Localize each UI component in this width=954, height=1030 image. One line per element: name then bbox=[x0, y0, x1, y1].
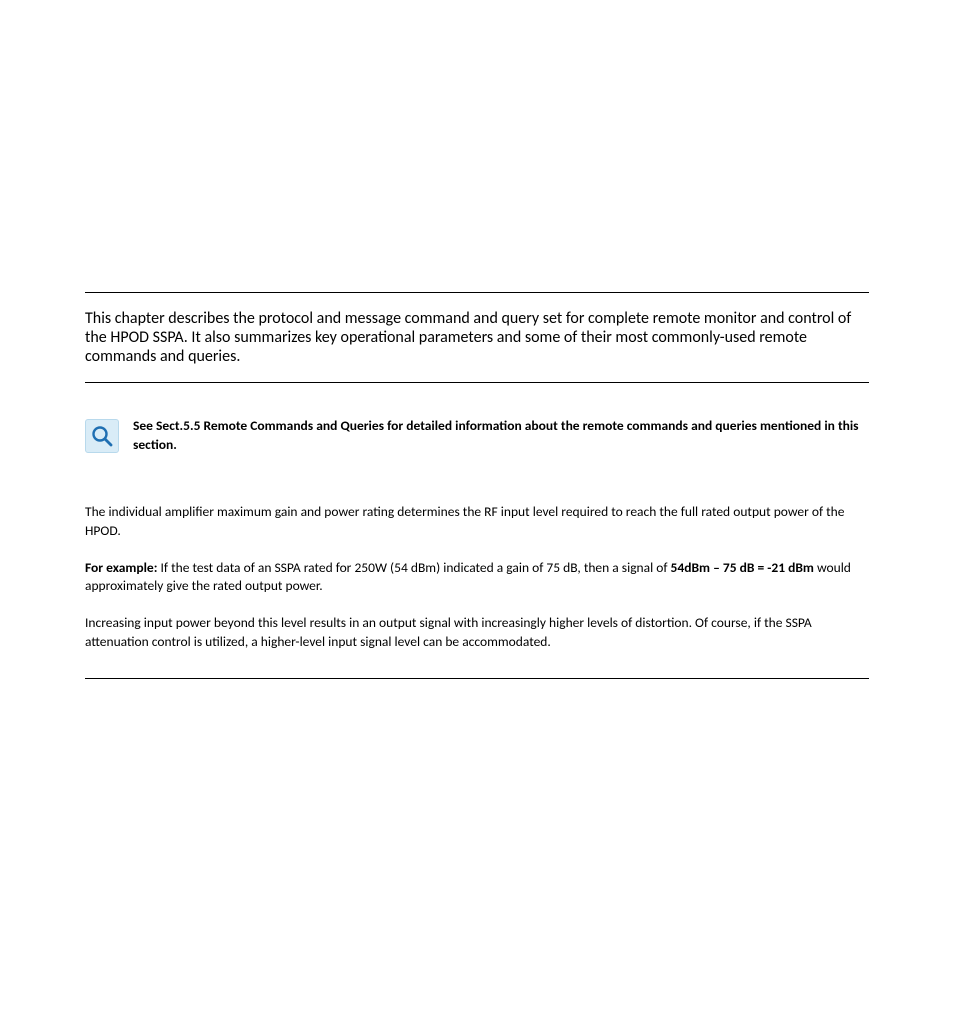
section-rule-bottom bbox=[85, 678, 869, 679]
example-mid: If the test data of an SSPA rated for 25… bbox=[157, 559, 670, 576]
example-lead: For example: bbox=[85, 559, 157, 576]
body-section: The individual amplifier maximum gain an… bbox=[85, 503, 869, 652]
example-calculation: 54dBm – 75 dB = -21 dBm bbox=[671, 559, 814, 576]
note-text: See Sect.5.5 Remote Commands and Queries… bbox=[133, 417, 869, 455]
section-rule-top bbox=[85, 292, 869, 293]
magnifier-icon bbox=[85, 419, 119, 453]
body-paragraph-3: Increasing input power beyond this level… bbox=[85, 614, 869, 652]
body-paragraph-1: The individual amplifier maximum gain an… bbox=[85, 503, 869, 541]
section-rule-mid bbox=[85, 382, 869, 383]
chapter-intro-paragraph: This chapter describes the protocol and … bbox=[85, 309, 869, 366]
body-paragraph-2: For example: If the test data of an SSPA… bbox=[85, 559, 869, 597]
note-block: See Sect.5.5 Remote Commands and Queries… bbox=[85, 417, 869, 455]
document-page: This chapter describes the protocol and … bbox=[0, 292, 954, 679]
